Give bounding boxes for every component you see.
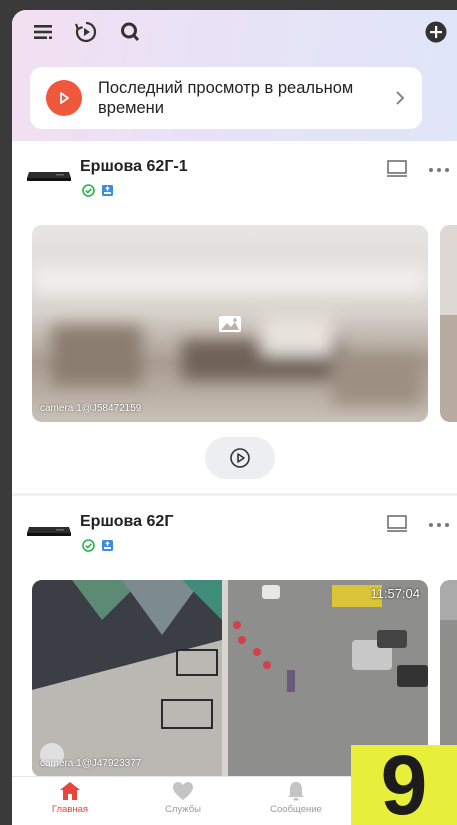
cloud-storage-icon <box>102 185 113 196</box>
next-camera-thumbnail[interactable] <box>440 225 457 422</box>
heart-icon <box>173 782 193 800</box>
last-live-view-card[interactable]: Последний просмотр в реальном времени <box>30 67 422 129</box>
tab-home[interactable]: Главная <box>30 781 110 815</box>
tab-messages[interactable]: Сообщение <box>256 781 336 815</box>
live-play-icon <box>46 80 82 116</box>
tab-label: Главная <box>51 804 89 815</box>
dvr-recorder-icon <box>27 172 71 181</box>
bell-icon <box>288 782 304 801</box>
tab-services[interactable]: Службы <box>143 781 223 815</box>
list-menu-icon[interactable] <box>32 20 56 44</box>
device-name[interactable]: Ершова 62Г <box>80 513 173 531</box>
playback-icon[interactable] <box>74 20 98 44</box>
camera-thumbnail[interactable]: camera 1@J58472159 <box>32 225 428 422</box>
more-options-icon[interactable] <box>428 522 450 528</box>
chevron-right-icon <box>396 91 405 105</box>
add-device-icon[interactable] <box>424 20 448 44</box>
device-name[interactable]: Ершова 62Г-1 <box>80 158 188 176</box>
image-placeholder-icon <box>219 316 241 332</box>
home-icon <box>60 782 80 800</box>
camera-label: camera 1@J47923377 <box>40 758 142 769</box>
more-options-icon[interactable] <box>428 167 450 173</box>
camera-timestamp: 11:57:04 <box>370 586 420 601</box>
camera-label: camera 1@J58472159 <box>40 403 142 414</box>
overlay-number-badge: 9 <box>351 743 457 825</box>
dvr-recorder-icon <box>27 527 71 536</box>
top-bar: Последний просмотр в реальном времени <box>12 10 457 150</box>
online-check-icon <box>82 184 95 197</box>
app-screen: Последний просмотр в реальном времени Ер… <box>12 10 457 825</box>
play-all-button[interactable] <box>205 437 275 479</box>
device-card: Ершова 62Г-1 camera 1@J58472159 <box>12 141 457 493</box>
last-live-view-label: Последний просмотр в реальном времени <box>98 79 354 117</box>
tab-label: Службы <box>165 804 201 815</box>
tab-label: Сообщение <box>270 804 322 815</box>
display-icon[interactable] <box>386 159 408 179</box>
search-icon[interactable] <box>118 20 142 44</box>
display-icon[interactable] <box>386 514 408 534</box>
play-circle-icon <box>230 448 250 468</box>
online-check-icon <box>82 539 95 552</box>
cloud-storage-icon <box>102 540 113 551</box>
